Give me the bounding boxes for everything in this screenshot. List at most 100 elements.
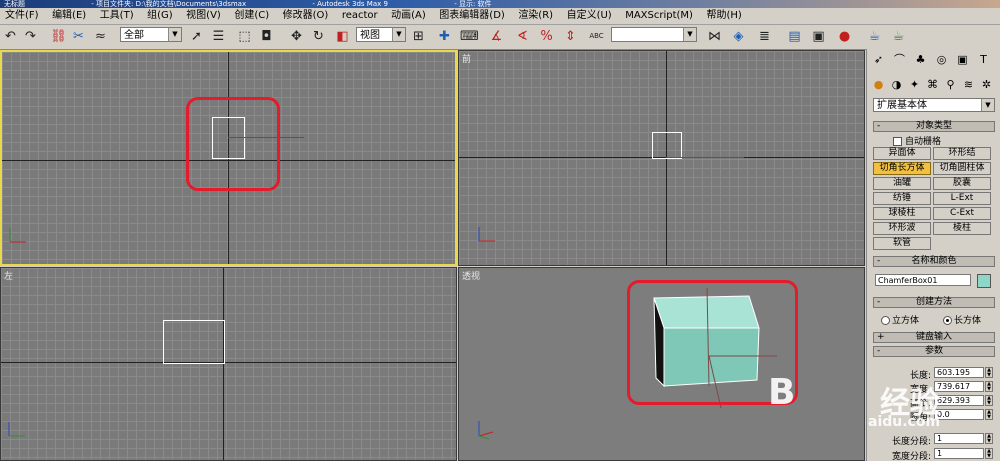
- cameras-icon[interactable]: ⌘: [924, 77, 941, 93]
- window-crossing-icon[interactable]: ◘: [258, 28, 275, 45]
- move-icon[interactable]: ✥: [288, 28, 305, 45]
- chamfer-cyl-button[interactable]: 切角圆柱体: [933, 162, 991, 175]
- spinner-snap-icon[interactable]: ⇕: [562, 28, 579, 45]
- select-link-icon[interactable]: ⛓: [50, 28, 67, 45]
- keyboard-shortcut-icon[interactable]: ⌨: [460, 28, 479, 45]
- object-color-swatch[interactable]: [977, 274, 991, 288]
- gengon-button[interactable]: 球棱柱: [873, 207, 931, 220]
- viewport-top[interactable]: [0, 50, 457, 266]
- viewport-perspective[interactable]: 透视: [458, 267, 865, 461]
- menu-edit[interactable]: 编辑(E): [47, 8, 91, 24]
- bind-space-warp-icon[interactable]: ≈: [92, 28, 109, 45]
- schematic-view-icon[interactable]: ▣: [810, 28, 827, 45]
- menu-help[interactable]: 帮助(H): [701, 8, 746, 24]
- pivot-center-icon[interactable]: ⊞: [410, 28, 427, 45]
- angle-snap-icon[interactable]: ∢: [514, 28, 531, 45]
- object-type-rollout[interactable]: - 对象类型: [873, 121, 995, 132]
- hierarchy-tab-icon[interactable]: ♣: [912, 52, 929, 68]
- align-icon[interactable]: ◈: [730, 28, 747, 45]
- spinner-icon[interactable]: ▲ ▼: [985, 381, 993, 392]
- scale-icon[interactable]: ◧: [334, 28, 351, 45]
- menu-modifiers[interactable]: 修改器(O): [278, 8, 334, 24]
- spinner-icon[interactable]: ▲ ▼: [985, 433, 993, 444]
- space-warps-icon[interactable]: ≋: [960, 77, 977, 93]
- length-field[interactable]: 603.195: [934, 367, 984, 378]
- length-segs-field[interactable]: 1: [934, 433, 984, 444]
- lights-icon[interactable]: ✦: [906, 77, 923, 93]
- curve-editor-icon[interactable]: ▤: [786, 28, 803, 45]
- autogrid-checkbox[interactable]: 自动栅格: [893, 134, 941, 147]
- named-selection-sets-dropdown[interactable]: ▼: [611, 27, 697, 42]
- rectangular-selection-icon[interactable]: ⬚: [236, 28, 253, 45]
- menu-tools[interactable]: 工具(T): [95, 8, 139, 24]
- spinner-icon[interactable]: ▲ ▼: [985, 448, 993, 459]
- geometry-category-dropdown[interactable]: 扩展基本体 ▼: [873, 98, 995, 112]
- prism-button[interactable]: 棱柱: [933, 222, 991, 235]
- snaps-toggle-icon[interactable]: ∡: [488, 28, 505, 45]
- menu-file[interactable]: 文件(F): [0, 8, 44, 24]
- spindle-button[interactable]: 纺锤: [873, 192, 931, 205]
- select-object-icon[interactable]: ➚: [188, 28, 205, 45]
- oil-tank-button[interactable]: 油罐: [873, 177, 931, 190]
- mirror-icon[interactable]: ⋈: [706, 28, 723, 45]
- menu-graph-editors[interactable]: 图表编辑器(D): [434, 8, 510, 24]
- select-by-name-icon[interactable]: ☰: [210, 28, 227, 45]
- chamfer-box-button[interactable]: 切角长方体: [873, 162, 931, 175]
- menu-animation[interactable]: 动画(A): [386, 8, 431, 24]
- l-ext-button[interactable]: L-Ext: [933, 192, 991, 205]
- unlink-icon[interactable]: ✂: [70, 28, 87, 45]
- parameters-rollout[interactable]: - 参数: [873, 346, 995, 357]
- spinner-icon[interactable]: ▲ ▼: [985, 409, 993, 420]
- modify-tab-icon[interactable]: ⌒: [891, 52, 908, 68]
- hedra-button[interactable]: 异面体: [873, 147, 931, 160]
- create-tab-icon[interactable]: ➶: [870, 52, 887, 68]
- viewport-front[interactable]: 前: [458, 50, 865, 266]
- object-name-field[interactable]: ChamferBox01: [875, 274, 971, 286]
- quick-render-icon[interactable]: ☕: [890, 28, 907, 45]
- spinner-icon[interactable]: ▲ ▼: [985, 367, 993, 378]
- reference-coord-dropdown[interactable]: 视图 ▼: [356, 27, 406, 42]
- redo-icon[interactable]: ↷: [22, 28, 39, 45]
- display-tab-icon[interactable]: ▣: [954, 52, 971, 68]
- keyboard-entry-rollout[interactable]: + 键盘输入: [873, 332, 995, 343]
- menu-maxscript[interactable]: MAXScript(M): [620, 8, 698, 24]
- menu-create[interactable]: 创建(C): [229, 8, 274, 24]
- hose-button[interactable]: 软管: [873, 237, 931, 250]
- helpers-icon[interactable]: ⚲: [942, 77, 959, 93]
- motion-tab-icon[interactable]: ◎: [933, 52, 950, 68]
- geometry-icon[interactable]: ●: [870, 77, 887, 93]
- menu-rendering[interactable]: 渲染(R): [513, 8, 558, 24]
- cube-radio[interactable]: 立方体: [881, 313, 919, 326]
- c-ext-button[interactable]: C-Ext: [933, 207, 991, 220]
- menu-customize[interactable]: 自定义(U): [562, 8, 617, 24]
- shapes-icon[interactable]: ◑: [888, 77, 905, 93]
- menu-views[interactable]: 视图(V): [181, 8, 226, 24]
- torus-knot-button[interactable]: 环形结: [933, 147, 991, 160]
- layer-manager-icon[interactable]: ≣: [756, 28, 773, 45]
- edit-named-selection-icon[interactable]: ABC: [588, 28, 605, 45]
- chamfer-box-outline[interactable]: [652, 132, 682, 159]
- selection-filter-dropdown[interactable]: 全部 ▼: [120, 27, 182, 42]
- height-field[interactable]: 629.393: [934, 395, 984, 406]
- material-editor-icon[interactable]: ●: [836, 28, 853, 45]
- creation-method-rollout[interactable]: - 创建方法: [873, 297, 995, 308]
- ringwave-button[interactable]: 环形波: [873, 222, 931, 235]
- fillet-field[interactable]: 0.0: [934, 409, 984, 420]
- menu-reactor[interactable]: reactor: [337, 8, 383, 24]
- capsule-button[interactable]: 胶囊: [933, 177, 991, 190]
- render-scene-icon[interactable]: ☕: [866, 28, 883, 45]
- menu-group[interactable]: 组(G): [142, 8, 178, 24]
- width-field[interactable]: 739.617: [934, 381, 984, 392]
- chamfer-box-outline[interactable]: [163, 320, 225, 364]
- select-manipulate-icon[interactable]: ✚: [436, 28, 453, 45]
- spinner-icon[interactable]: ▲ ▼: [985, 395, 993, 406]
- box-radio[interactable]: 长方体: [943, 313, 981, 326]
- undo-icon[interactable]: ↶: [2, 28, 19, 45]
- rotate-icon[interactable]: ↻: [310, 28, 327, 45]
- utilities-tab-icon[interactable]: T: [975, 52, 992, 68]
- name-color-rollout[interactable]: - 名称和颜色: [873, 256, 995, 267]
- percent-snap-icon[interactable]: %: [538, 28, 555, 45]
- viewport-left[interactable]: 左: [0, 267, 457, 461]
- systems-icon[interactable]: ✲: [978, 77, 995, 93]
- width-segs-field[interactable]: 1: [934, 448, 984, 459]
